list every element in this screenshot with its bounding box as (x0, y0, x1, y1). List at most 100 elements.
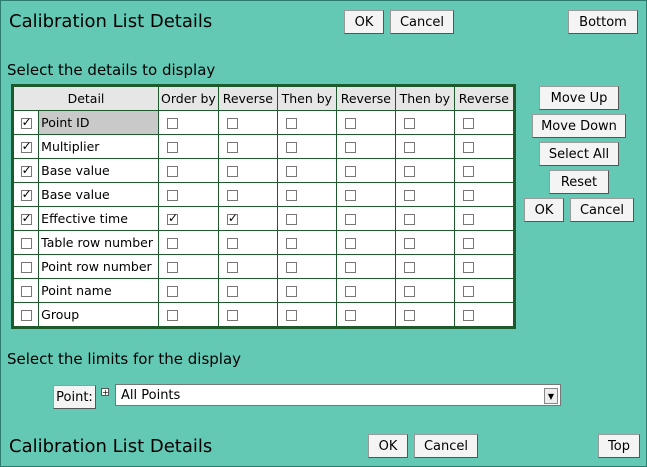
point-select[interactable]: All Points ▼ (115, 384, 561, 406)
then-by-2-checkbox[interactable] (403, 166, 415, 177)
then-by-2-checkbox[interactable] (403, 214, 415, 225)
order-by-checkbox[interactable] (167, 118, 178, 129)
then-by-2-checkbox[interactable] (403, 190, 415, 201)
reverse-3-checkbox[interactable] (462, 238, 474, 249)
then-by-2-checkbox[interactable] (403, 286, 415, 297)
order-by-checkbox[interactable] (167, 310, 178, 321)
then-by-1-checkbox[interactable] (285, 118, 297, 129)
header-ok-button[interactable]: OK (344, 10, 384, 34)
order-by-checkbox[interactable] (167, 213, 178, 225)
reverse-2-checkbox[interactable] (344, 286, 356, 297)
order-by-checkbox[interactable] (167, 286, 178, 297)
reverse-3-checkbox[interactable] (462, 214, 474, 225)
then-by-1-checkbox[interactable] (285, 142, 297, 153)
bottom-button[interactable]: Bottom (568, 10, 638, 34)
detail-name[interactable]: Point name (38, 278, 159, 303)
header-cancel-button[interactable]: Cancel (390, 10, 454, 34)
detail-name[interactable]: Multiplier (38, 134, 159, 159)
reverse-1-checkbox[interactable] (226, 213, 238, 225)
show-detail-checkbox[interactable] (20, 213, 32, 225)
then-by-1-checkbox[interactable] (285, 214, 297, 225)
show-detail-checkbox[interactable] (20, 189, 32, 201)
reverse-2-checkbox[interactable] (344, 214, 356, 225)
order-by-checkbox[interactable] (167, 190, 178, 201)
order-by-checkbox[interactable] (167, 262, 178, 273)
then-by-1-cell (276, 110, 337, 135)
move-down-button[interactable]: Move Down (532, 114, 626, 138)
chevron-down-icon[interactable]: ▼ (544, 388, 558, 404)
then-by-1-checkbox[interactable] (285, 166, 297, 177)
detail-name[interactable]: Point ID (38, 110, 159, 135)
then-by-2-checkbox[interactable] (403, 238, 415, 249)
reverse-2-checkbox[interactable] (344, 310, 356, 321)
side-cancel-button[interactable]: Cancel (570, 198, 634, 222)
details-section-label: Select the details to display (7, 61, 216, 79)
plus-icon[interactable]: + (101, 388, 109, 397)
reset-button[interactable]: Reset (549, 170, 609, 194)
reverse-3-checkbox[interactable] (462, 310, 474, 321)
order-by-cell (158, 206, 219, 231)
then-by-2-checkbox[interactable] (403, 310, 415, 321)
reverse-1-checkbox[interactable] (226, 118, 238, 129)
detail-name[interactable]: Point row number (38, 254, 159, 279)
show-detail-checkbox[interactable] (20, 141, 32, 153)
reverse-3-checkbox[interactable] (462, 286, 474, 297)
show-detail-checkbox[interactable] (20, 238, 32, 249)
show-detail-checkbox[interactable] (20, 286, 32, 297)
point-button[interactable]: Point: (53, 385, 96, 409)
then-by-1-checkbox[interactable] (285, 190, 297, 201)
reverse-2-checkbox[interactable] (344, 262, 356, 273)
top-button[interactable]: Top (598, 434, 640, 458)
then-by-2-checkbox[interactable] (403, 262, 415, 273)
reverse-2-checkbox[interactable] (344, 166, 356, 177)
move-up-button[interactable]: Move Up (539, 86, 619, 110)
detail-name[interactable]: Base value (38, 182, 159, 207)
reverse-1-checkbox[interactable] (226, 166, 238, 177)
select-all-button[interactable]: Select All (539, 142, 619, 166)
reverse-2-checkbox[interactable] (344, 118, 356, 129)
detail-name[interactable]: Base value (38, 158, 159, 183)
reverse-3-checkbox[interactable] (462, 190, 474, 201)
column-header-order-by[interactable]: Order by (158, 86, 219, 111)
column-header-reverse-3[interactable]: Reverse (453, 86, 514, 111)
reverse-3-cell (453, 278, 514, 303)
reverse-2-cell (335, 206, 396, 231)
reverse-1-checkbox[interactable] (226, 262, 238, 273)
then-by-1-checkbox[interactable] (285, 262, 297, 273)
show-detail-checkbox[interactable] (20, 117, 32, 129)
order-by-checkbox[interactable] (167, 166, 178, 177)
order-by-checkbox[interactable] (167, 238, 178, 249)
reverse-1-checkbox[interactable] (226, 286, 238, 297)
reverse-3-checkbox[interactable] (462, 118, 474, 129)
show-detail-checkbox[interactable] (20, 262, 32, 273)
reverse-2-checkbox[interactable] (344, 142, 356, 153)
column-header-reverse-2[interactable]: Reverse (335, 86, 396, 111)
reverse-2-checkbox[interactable] (344, 190, 356, 201)
column-header-then-by-1[interactable]: Then by (276, 86, 337, 111)
reverse-1-checkbox[interactable] (226, 190, 238, 201)
order-by-checkbox[interactable] (167, 142, 178, 153)
show-detail-checkbox[interactable] (20, 165, 32, 177)
reverse-1-checkbox[interactable] (226, 142, 238, 153)
then-by-2-checkbox[interactable] (403, 118, 415, 129)
then-by-1-checkbox[interactable] (285, 238, 297, 249)
column-header-reverse-1[interactable]: Reverse (217, 86, 278, 111)
column-header-then-by-2[interactable]: Then by (394, 86, 455, 111)
then-by-2-checkbox[interactable] (403, 142, 415, 153)
show-detail-checkbox[interactable] (20, 310, 32, 321)
footer-cancel-button[interactable]: Cancel (414, 434, 478, 458)
then-by-1-cell (276, 302, 337, 327)
side-ok-button[interactable]: OK (524, 198, 564, 222)
detail-name[interactable]: Effective time (38, 206, 159, 231)
reverse-1-checkbox[interactable] (226, 310, 238, 321)
detail-name[interactable]: Table row number (38, 230, 159, 255)
footer-ok-button[interactable]: OK (368, 434, 408, 458)
then-by-1-checkbox[interactable] (285, 286, 297, 297)
reverse-3-checkbox[interactable] (462, 142, 474, 153)
reverse-2-checkbox[interactable] (344, 238, 356, 249)
detail-name[interactable]: Group (38, 302, 159, 327)
reverse-1-checkbox[interactable] (226, 238, 238, 249)
reverse-3-checkbox[interactable] (462, 262, 474, 273)
then-by-1-checkbox[interactable] (285, 310, 297, 321)
reverse-3-checkbox[interactable] (462, 166, 474, 177)
